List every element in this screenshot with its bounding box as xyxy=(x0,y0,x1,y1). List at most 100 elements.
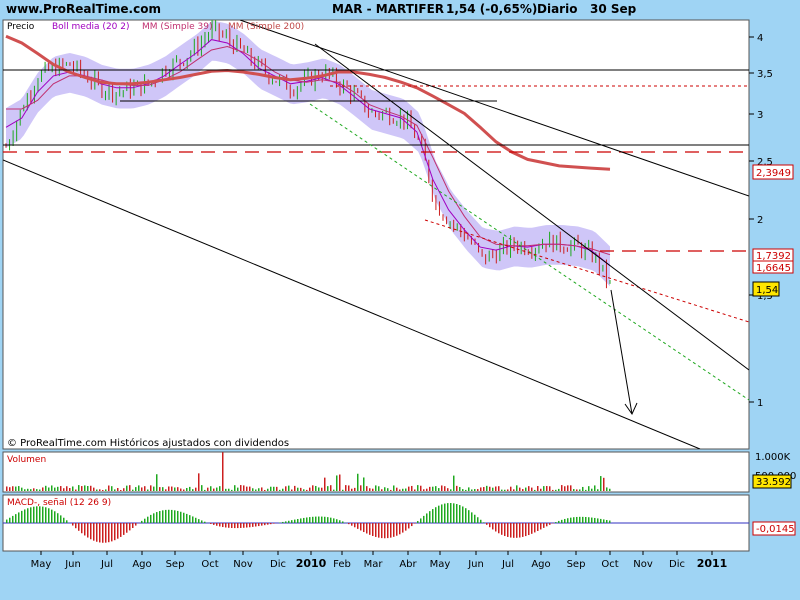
volume-bar xyxy=(30,489,32,491)
macd-bar xyxy=(525,523,527,537)
macd-bar xyxy=(408,523,410,529)
volume-bar xyxy=(231,489,233,491)
macd-bar xyxy=(318,516,320,523)
macd-bar xyxy=(375,523,377,537)
y-tick: 3,5 xyxy=(757,69,773,80)
volume-bar xyxy=(165,489,167,491)
x-tick-label: Ago xyxy=(132,559,151,570)
macd-bar xyxy=(534,523,536,533)
macd-bar xyxy=(198,519,200,523)
macd-bar xyxy=(486,523,488,525)
macd-bar xyxy=(18,512,20,523)
volume-bar xyxy=(162,487,164,491)
volume-bar xyxy=(285,486,287,491)
volume-bar xyxy=(237,487,239,491)
volume-bar xyxy=(300,487,302,491)
volume-bar xyxy=(201,485,203,491)
volume-bar xyxy=(522,489,524,491)
macd-bar xyxy=(327,517,329,523)
volume-bar xyxy=(306,489,308,491)
macd-bar xyxy=(120,523,122,537)
volume-bar xyxy=(174,487,176,491)
volume-bar xyxy=(267,488,269,491)
macd-bar xyxy=(573,517,575,523)
y-tick: 4 xyxy=(757,33,763,44)
volume-bar xyxy=(45,485,47,491)
macd-bar xyxy=(582,516,584,523)
macd-bar xyxy=(9,517,11,523)
macd-bar xyxy=(333,518,335,523)
macd-bar xyxy=(459,505,461,523)
macd-tag: -0,0145 xyxy=(756,524,795,535)
macd-bar xyxy=(462,506,464,523)
volume-bar xyxy=(402,488,404,491)
macd-bar xyxy=(36,506,38,523)
macd-bar xyxy=(135,523,137,526)
macd-bar xyxy=(447,503,449,523)
x-axis: May Jun Jul Ago Sep Oct Nov Dic 2010 Feb Mar Abr May… xyxy=(31,551,728,570)
volume-bar xyxy=(297,487,299,491)
macd-bar xyxy=(78,523,80,531)
macd-bar xyxy=(594,517,596,523)
macd-bar xyxy=(444,503,446,523)
volume-bar xyxy=(519,487,521,491)
macd-bar xyxy=(168,509,170,523)
volume-bar xyxy=(399,489,401,491)
volume-bar xyxy=(600,476,602,491)
volume-bar xyxy=(60,486,62,491)
macd-bar xyxy=(66,520,68,523)
macd-bar xyxy=(303,517,305,523)
macd-bar xyxy=(102,523,104,543)
macd-bar xyxy=(549,523,551,525)
volume-bar xyxy=(477,489,479,491)
macd-bar xyxy=(57,513,59,523)
volume-bar xyxy=(66,486,68,491)
volume-bar xyxy=(309,487,311,491)
volume-bar xyxy=(348,485,350,491)
volume-bar xyxy=(84,485,86,491)
volume-bar xyxy=(438,488,440,491)
macd-bar xyxy=(387,523,389,539)
macd-bar xyxy=(156,512,158,523)
legend-ma200: MM (Simple 200) xyxy=(228,22,304,32)
macd-bar xyxy=(354,523,356,528)
volume-bar xyxy=(330,485,332,491)
volume-bar xyxy=(249,486,251,491)
macd-bar xyxy=(324,516,326,523)
volume-bar xyxy=(255,489,257,491)
macd-bar xyxy=(90,523,92,540)
macd-bar xyxy=(501,523,503,535)
volume-bar xyxy=(51,485,53,491)
volume-bar xyxy=(204,489,206,491)
macd-bar xyxy=(531,523,533,534)
volume-bar xyxy=(327,486,329,491)
tag-boll: 1,6645 xyxy=(756,263,791,274)
volume-bar xyxy=(585,489,587,491)
macd-bar xyxy=(453,503,455,523)
chart-canvas[interactable]: 4 3,5 3 2,5 2 1,5 1 2,3949 1,7392 1,6645… xyxy=(0,0,800,600)
volume-bar xyxy=(153,486,155,491)
x-tick-label: Mar xyxy=(364,559,384,570)
volume-bar xyxy=(312,485,314,491)
volume-bar xyxy=(252,488,254,491)
volume-bar xyxy=(264,489,266,491)
volume-bar xyxy=(147,489,149,491)
macd-bar xyxy=(609,520,611,523)
macd-bar xyxy=(243,523,245,528)
macd-bar xyxy=(603,519,605,523)
x-tick-label: 2011 xyxy=(697,557,728,570)
x-tick-label: Sep xyxy=(166,559,185,570)
macd-bar xyxy=(540,523,542,530)
volume-bar xyxy=(459,487,461,491)
macd-bar xyxy=(606,519,608,523)
volume-bar xyxy=(192,489,194,491)
volume-bar xyxy=(114,489,116,491)
volume-bar xyxy=(420,485,422,491)
macd-bar xyxy=(27,508,29,523)
volume-bar xyxy=(423,489,425,491)
macd-bar xyxy=(369,523,371,535)
macd-bar xyxy=(348,523,350,525)
volume-bar xyxy=(102,489,104,491)
macd-bar xyxy=(522,523,524,537)
volume-bar xyxy=(345,485,347,491)
